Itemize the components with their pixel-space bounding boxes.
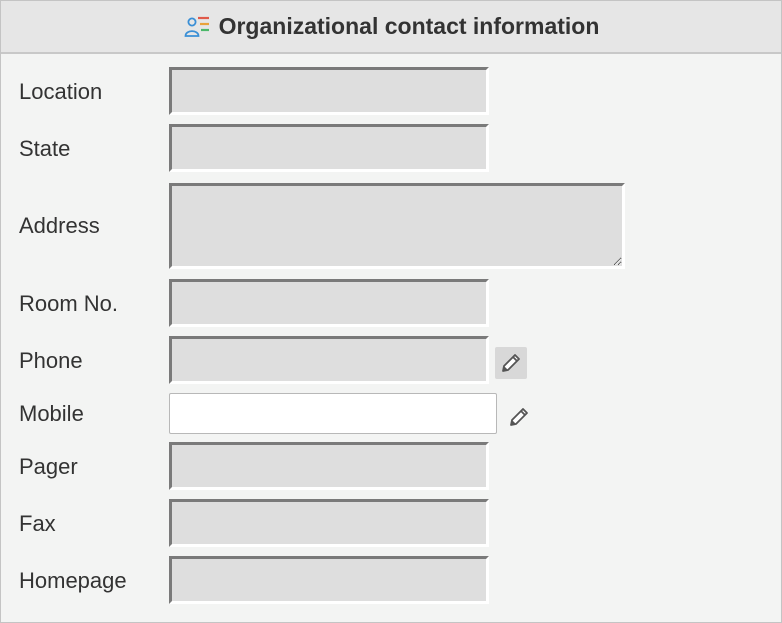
phone-label: Phone <box>19 348 83 373</box>
address-textarea[interactable] <box>169 183 625 269</box>
state-field[interactable] <box>169 124 489 172</box>
phone-edit-button[interactable] <box>495 347 527 379</box>
panel-title: Organizational contact information <box>218 13 600 39</box>
contact-list-icon <box>183 14 211 40</box>
mobile-label: Mobile <box>19 401 84 426</box>
room-no-label: Room No. <box>19 291 119 316</box>
pencil-icon <box>502 354 520 372</box>
pencil-icon <box>510 408 528 426</box>
pager-label: Pager <box>19 454 78 479</box>
state-label: State <box>19 136 71 161</box>
homepage-field[interactable] <box>169 556 489 604</box>
phone-field[interactable] <box>169 336 489 384</box>
homepage-label: Homepage <box>19 568 127 593</box>
panel-header: Organizational contact information <box>1 1 781 54</box>
fax-label: Fax <box>19 511 56 536</box>
address-label: Address <box>19 213 100 238</box>
pager-field[interactable] <box>169 442 489 490</box>
location-field[interactable] <box>169 67 489 115</box>
contact-info-panel: Organizational contact information Locat… <box>0 0 782 623</box>
fax-field[interactable] <box>169 499 489 547</box>
mobile-field[interactable] <box>169 393 497 434</box>
room-no-field[interactable] <box>169 279 489 327</box>
mobile-edit-button[interactable] <box>503 401 535 433</box>
location-label: Location <box>19 79 103 104</box>
